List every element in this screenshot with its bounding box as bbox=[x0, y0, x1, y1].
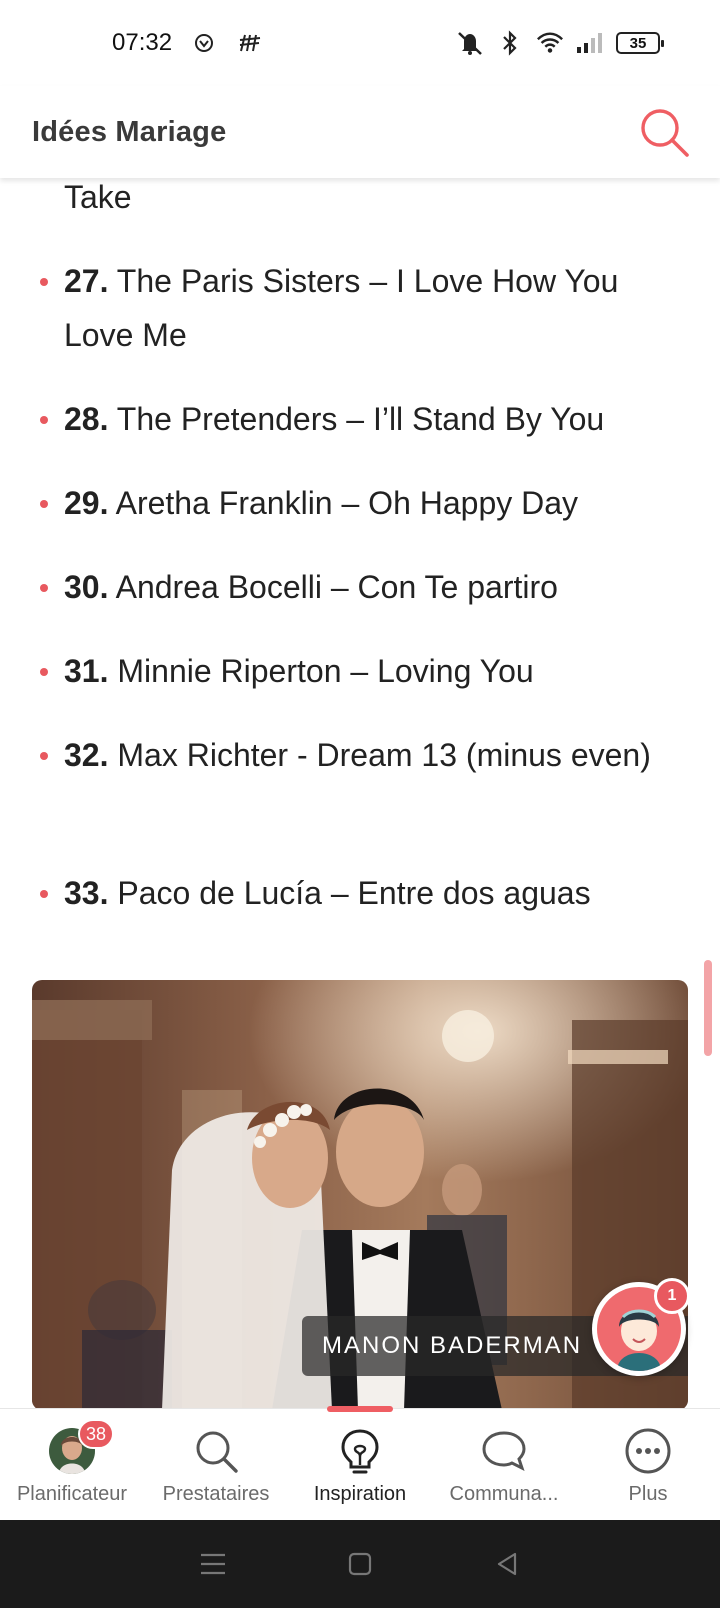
planner-badge: 38 bbox=[78, 1419, 115, 1449]
bullet bbox=[40, 584, 48, 592]
song-title: Paco de Lucía – Entre dos aguas bbox=[108, 875, 591, 911]
tab-prestataires[interactable]: Prestataires bbox=[144, 1409, 288, 1506]
lightbulb-icon bbox=[334, 1425, 386, 1477]
bullet bbox=[40, 752, 48, 760]
list-item: 30. Andrea Bocelli – Con Te partiro bbox=[0, 560, 598, 614]
tab-label: Plus bbox=[628, 1483, 668, 1505]
notification-app-icon-2 bbox=[236, 29, 264, 57]
list-item: 33. Paco de Lucía – Entre dos aguas bbox=[0, 866, 631, 920]
bluetooth-icon bbox=[496, 29, 524, 57]
scrollbar[interactable] bbox=[704, 960, 712, 1056]
bullet bbox=[40, 278, 48, 286]
wifi-icon bbox=[536, 29, 564, 57]
status-time: 07:32 bbox=[112, 29, 173, 56]
menu-icon[interactable] bbox=[193, 1544, 233, 1584]
song-title: The Paris Sisters – I Love How You Love … bbox=[64, 263, 619, 353]
tab-label: Communa... bbox=[449, 1483, 559, 1505]
song-number: 31. bbox=[64, 653, 109, 689]
tab-planificateur[interactable]: 38 Planificateur bbox=[0, 1409, 144, 1506]
tab-label: Planificateur bbox=[16, 1483, 128, 1505]
status-right: 35 bbox=[456, 29, 664, 57]
mute-icon bbox=[456, 29, 484, 57]
assistant-button[interactable]: 1 bbox=[592, 1278, 690, 1376]
wedding-photo[interactable]: MANON BADERMAN bbox=[32, 980, 688, 1408]
song-number: 27. bbox=[64, 263, 109, 299]
home-icon[interactable] bbox=[340, 1544, 380, 1584]
signal-icon bbox=[576, 29, 604, 57]
song-number: 32. bbox=[64, 737, 109, 773]
bottom-nav: 38 Planificateur Prestataires Inspiratio… bbox=[0, 1408, 720, 1520]
bullet bbox=[40, 668, 48, 676]
list-item: 31. Minnie Riperton – Loving You bbox=[0, 644, 574, 698]
song-title: Andrea Bocelli – Con Te partiro bbox=[108, 569, 558, 605]
list-item: 29. Aretha Franklin – Oh Happy Day bbox=[0, 476, 618, 530]
song-number: 28. bbox=[64, 401, 109, 437]
assistant-badge: 1 bbox=[654, 1278, 690, 1314]
song-number: 33. bbox=[64, 875, 109, 911]
song-title: Aretha Franklin – Oh Happy Day bbox=[108, 485, 579, 521]
bullet bbox=[40, 890, 48, 898]
song-title: Max Richter - Dream 13 (minus even) bbox=[108, 737, 651, 773]
song-number: 30. bbox=[64, 569, 109, 605]
more-dots-icon bbox=[622, 1425, 674, 1477]
list-item: 27. The Paris Sisters – I Love How You L… bbox=[0, 254, 720, 362]
tab-label: Inspiration bbox=[313, 1483, 407, 1505]
status-bar: 07:32 35 bbox=[0, 0, 720, 86]
list-item: 32. Max Richter - Dream 13 (minus even) bbox=[0, 728, 691, 782]
screen: 07:32 35 Idées Mariage Take 27. The Pari… bbox=[0, 0, 720, 1608]
active-tab-indicator bbox=[327, 1406, 393, 1412]
android-nav-bar bbox=[0, 1520, 720, 1608]
list-item: 28. The Pretenders – I’ll Stand By You bbox=[0, 392, 644, 446]
song-title: The Pretenders – I’ll Stand By You bbox=[108, 401, 605, 437]
search-icon bbox=[190, 1425, 242, 1477]
page-title: Idées Mariage bbox=[32, 115, 227, 148]
header-search-button[interactable] bbox=[634, 102, 694, 162]
bullet bbox=[40, 416, 48, 424]
continued-text: Take bbox=[64, 179, 132, 215]
tab-plus[interactable]: Plus bbox=[576, 1409, 720, 1506]
song-title: Minnie Riperton – Loving You bbox=[108, 653, 534, 689]
list-item-continued: Take bbox=[0, 178, 172, 224]
tab-communaute[interactable]: Communa... bbox=[432, 1409, 576, 1506]
tab-inspiration[interactable]: Inspiration bbox=[288, 1409, 432, 1506]
app-header: Idées Mariage bbox=[0, 86, 720, 178]
search-icon bbox=[641, 109, 689, 157]
article-content[interactable]: Take 27. The Paris Sisters – I Love How … bbox=[0, 178, 720, 1408]
status-left: 07:32 bbox=[112, 29, 264, 57]
tab-label: Prestataires bbox=[162, 1483, 270, 1505]
chat-bubble-icon bbox=[478, 1425, 530, 1477]
back-icon[interactable] bbox=[487, 1544, 527, 1584]
bullet bbox=[40, 500, 48, 508]
notification-app-icon bbox=[190, 29, 218, 57]
song-number: 29. bbox=[64, 485, 109, 521]
battery-icon: 35 bbox=[616, 32, 664, 54]
